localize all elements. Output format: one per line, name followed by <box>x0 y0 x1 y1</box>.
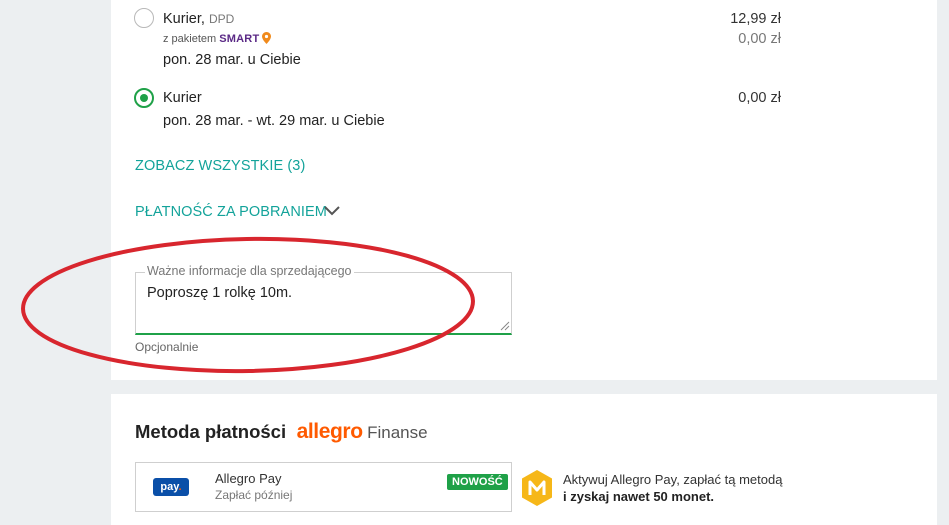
seller-note-hint: Opcjonalnie <box>135 340 199 354</box>
payment-header: Metoda płatności allegro Finanse <box>135 420 428 444</box>
carrier-sub: DPD <box>208 12 235 26</box>
seller-note-label: Ważne informacje dla sprzedającego <box>145 264 354 278</box>
carrier-name: Kurier, <box>163 11 205 27</box>
shipping-option-courier-delivery: pon. 28 mar. - wt. 29 mar. u Ciebie <box>163 113 385 129</box>
monety-coin-icon <box>522 470 552 506</box>
promo-line-2: i zyskaj nawet 50 monet. <box>563 489 715 504</box>
shipping-option-dpd-price: 12,99 zł <box>730 11 781 27</box>
seller-note-value: Poproszę 1 rolkę 10m. <box>147 285 293 301</box>
smart-package-line: z pakietem SMART <box>163 32 272 45</box>
payment-title: Metoda płatności <box>135 421 287 442</box>
shipping-option-courier-price: 0,00 zł <box>738 90 781 106</box>
cash-on-delivery-label: PŁATNOŚĆ ZA POBRANIEM <box>135 204 327 220</box>
allegro-pay-logo-text: pay <box>160 481 179 493</box>
seller-note-field[interactable] <box>135 272 512 335</box>
allegro-logo: allegro <box>296 420 363 443</box>
smart-brand: SMART <box>219 33 260 45</box>
allegro-pay-subtitle: Zapłać później <box>215 488 293 502</box>
shipping-option-dpd-label: Kurier, DPD <box>163 11 234 27</box>
allegro-pay-logo: pay. <box>153 478 189 496</box>
cash-on-delivery-toggle[interactable]: PŁATNOŚĆ ZA POBRANIEM <box>135 203 340 221</box>
new-badge: NOWOŚĆ <box>447 474 508 490</box>
smart-price: 0,00 zł <box>738 31 781 47</box>
shipping-option-dpd-delivery: pon. 28 mar. u Ciebie <box>163 52 301 68</box>
allegro-finanse-label: Finanse <box>367 423 428 442</box>
shipping-option-dpd-radio[interactable] <box>134 8 154 28</box>
resize-handle-icon[interactable] <box>500 321 510 331</box>
location-pin-icon <box>262 32 272 44</box>
see-all-shipping-link[interactable]: ZOBACZ WSZYSTKIE (3) <box>135 158 305 174</box>
promo-line-1: Aktywuj Allegro Pay, zapłać tą metodą <box>563 472 783 487</box>
shipping-option-courier-radio[interactable] <box>134 88 154 108</box>
allegro-pay-name: Allegro Pay <box>215 471 282 486</box>
shipping-option-courier-label: Kurier <box>163 90 202 106</box>
chevron-down-icon <box>324 206 340 216</box>
smart-prefix: z pakietem <box>163 33 217 45</box>
